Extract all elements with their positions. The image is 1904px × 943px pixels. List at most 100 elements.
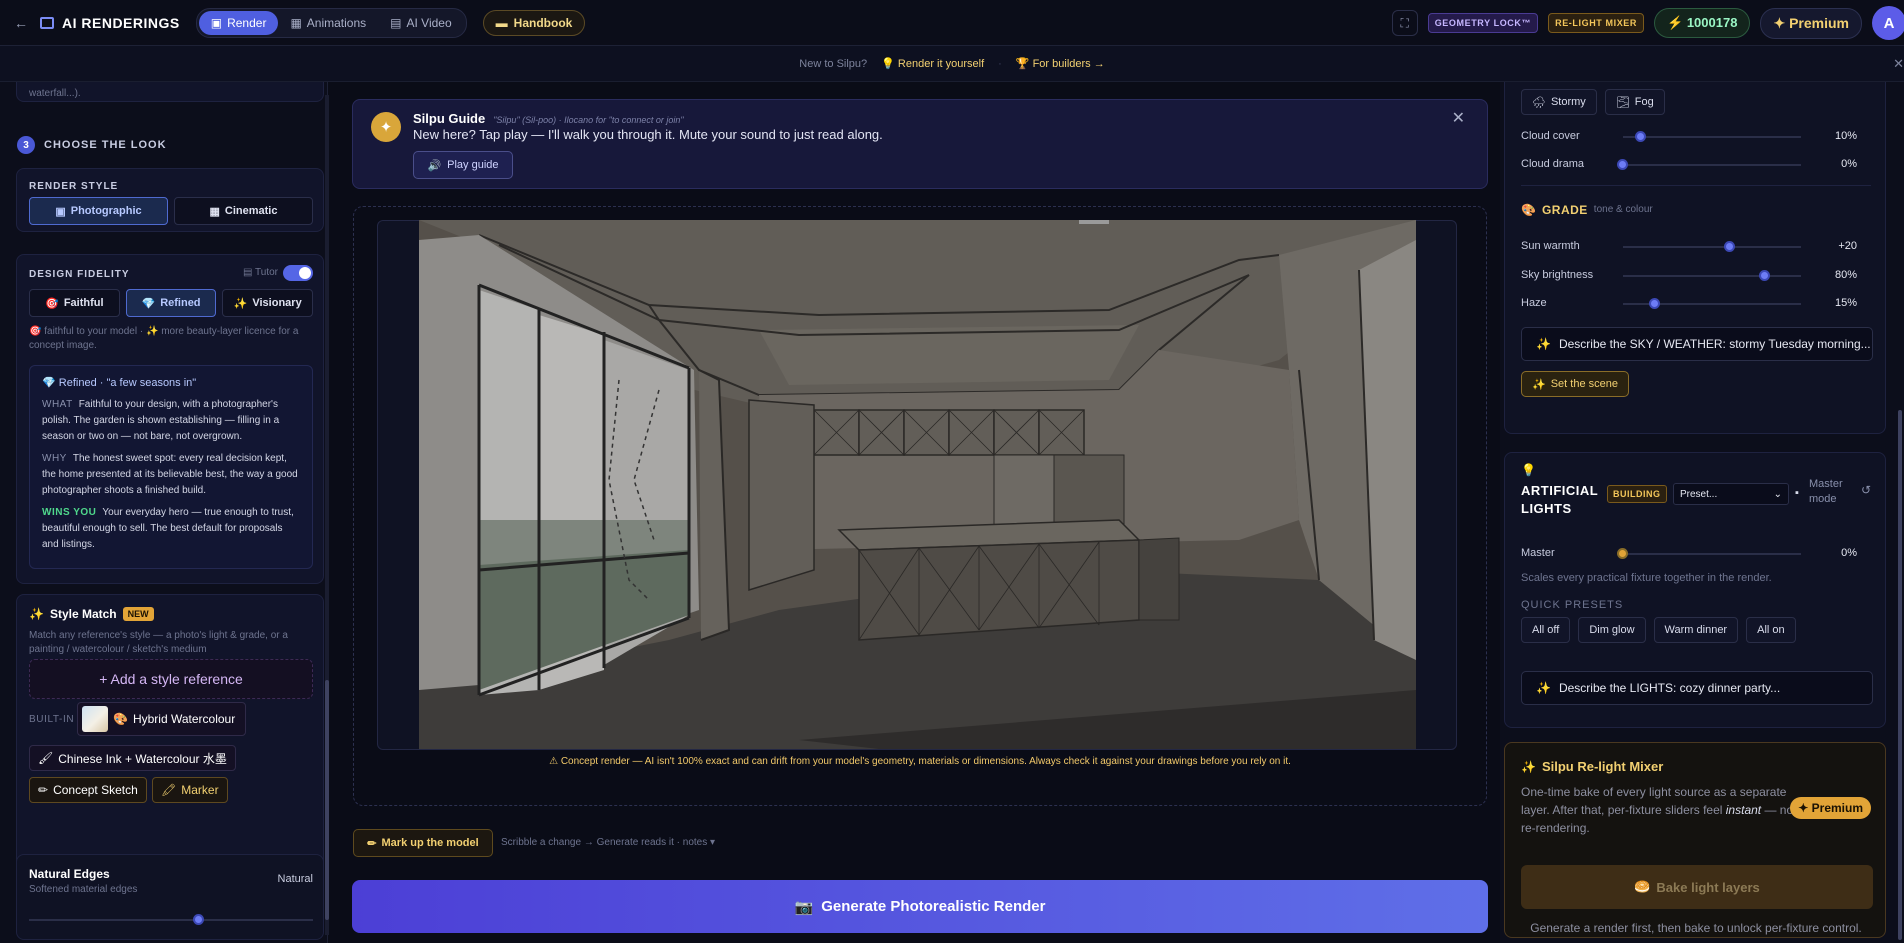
avatar[interactable]: A xyxy=(1872,6,1904,40)
sky-description-input[interactable]: ✨ Describe the SKY / WEATHER: stormy Tues… xyxy=(1521,327,1873,361)
slider-knob[interactable] xyxy=(1617,159,1628,170)
model-preview-image[interactable] xyxy=(419,220,1416,749)
style-match-desc: Match any reference's style — a photo's … xyxy=(29,630,288,655)
tutor-toggle-group: ▤ Tutor xyxy=(243,265,313,281)
built-in-label: BUILT-IN xyxy=(29,714,75,725)
natural-edges-value: Natural xyxy=(277,873,313,885)
fidelity-refined-button[interactable]: 💎 Refined xyxy=(125,289,217,317)
fidelity-segment: 🎯 Faithful 💎 Refined ✨ Visionary xyxy=(29,289,314,317)
logo-icon xyxy=(40,16,54,29)
style-photographic-button[interactable]: ▣ Photographic xyxy=(29,197,168,225)
mixer-title: Silpu Re-light Mixer xyxy=(1541,759,1664,774)
right-scrollbar-thumb[interactable] xyxy=(1898,410,1902,940)
link-label: For builders → xyxy=(1032,58,1105,70)
cloud-cover-label: Cloud cover xyxy=(1521,130,1580,142)
truncated-text: waterfall...). xyxy=(29,88,81,99)
separator: · xyxy=(998,57,1002,70)
step-title: CHOOSE THE LOOK xyxy=(44,139,167,151)
credits-button[interactable]: ⚡ 1000178 xyxy=(1654,8,1751,38)
info-title-text: Refined · "a few seasons in" xyxy=(58,377,197,389)
play-guide-button[interactable]: 🔊 Play guide xyxy=(413,151,513,179)
master-mode-label[interactable]: Master mode xyxy=(1809,477,1849,507)
lightning-icon: ⚡ xyxy=(1667,15,1684,30)
cloud-drama-slider[interactable] xyxy=(1617,159,1801,170)
relight-mixer-card: ✨ Silpu Re-light Mixer One-time bake of … xyxy=(1504,742,1886,938)
generate-render-button[interactable]: 📷 Generate Photorealistic Render xyxy=(352,880,1488,933)
add-style-reference-button[interactable]: + Add a style reference xyxy=(29,659,313,699)
chinese-ink-chip[interactable]: 🖌 Chinese Ink + Watercolour 水墨 xyxy=(29,745,236,771)
set-the-scene-button[interactable]: ✨ Set the scene xyxy=(1521,371,1629,397)
style-match-header: ✨ Style Match NEW xyxy=(29,607,154,621)
bake-label: Bake light layers xyxy=(1656,879,1760,895)
weather-stormy-chip[interactable]: 🌧 Stormy xyxy=(1521,89,1597,115)
slider-knob[interactable] xyxy=(193,914,205,925)
fullscreen-icon[interactable]: ⛶ xyxy=(1391,10,1418,36)
camera-icon: 📷 xyxy=(794,898,814,916)
fidelity-label: DESIGN FIDELITY xyxy=(29,269,130,280)
left-scrollbar-thumb[interactable] xyxy=(325,680,329,920)
mixer-hint: Generate a render first, then bake to un… xyxy=(1530,921,1862,935)
cloud-drama-value: 0% xyxy=(1841,158,1857,170)
bake-light-layers-button[interactable]: 🥯 Bake light layers xyxy=(1521,865,1873,909)
sky-weather-card: 🌧 Stormy 🌫 Fog Cloud cover 10% Cloud drama… xyxy=(1504,82,1886,434)
video-icon: ▤ xyxy=(390,15,402,30)
preset-all-off[interactable]: All off xyxy=(1521,617,1571,643)
target-icon: 🎯 xyxy=(29,326,42,337)
mode-render[interactable]: ▣ Render xyxy=(198,10,279,35)
marker-icon: 🖍 xyxy=(161,783,177,797)
marker-chip[interactable]: 🖍 Marker xyxy=(152,777,228,803)
new-to-text: New to Silpu? xyxy=(799,57,868,70)
preset-warm-dinner[interactable]: Warm dinner xyxy=(1653,617,1739,643)
what-text: Faithful to your design, with a photogra… xyxy=(42,399,280,442)
weather-fog-chip[interactable]: 🌫 Fog xyxy=(1604,89,1665,115)
fidelity-faithful-button[interactable]: 🎯 Faithful xyxy=(29,289,120,317)
render-it-yourself-link[interactable]: 💡 Render it yourself xyxy=(881,57,984,70)
master-slider[interactable] xyxy=(1617,548,1801,559)
info-what: WHAT Faithful to your design, with a phot… xyxy=(42,397,300,445)
fidelity-hint: 🎯 faithful to your model · ✨ more beauty… xyxy=(29,325,314,353)
guide-text: New here? Tap play — I'll walk you throu… xyxy=(413,127,883,142)
mixer-header: ✨ Silpu Re-light Mixer xyxy=(1521,759,1663,774)
slider-knob[interactable] xyxy=(1617,548,1628,559)
fidelity-visionary-button[interactable]: ✨ Visionary xyxy=(222,289,314,317)
back-arrow-icon[interactable]: ← xyxy=(14,15,28,31)
button-label: Faithful xyxy=(63,297,104,309)
lights-input-text: Describe the LIGHTS: cozy dinner party..… xyxy=(1558,681,1781,695)
mode-ai-video[interactable]: ▤ AI Video xyxy=(378,11,464,35)
close-icon[interactable]: ✕ xyxy=(1893,56,1904,72)
slider-knob[interactable] xyxy=(1723,241,1735,252)
sparkle-icon: ✨ xyxy=(1532,378,1546,391)
step-number: 3 xyxy=(17,136,35,154)
slider-knob[interactable] xyxy=(1634,131,1646,142)
mark-up-model-button[interactable]: ✏ Mark up the model xyxy=(353,829,493,857)
lights-title: ARTIFICIAL LIGHTS xyxy=(1521,483,1598,516)
haze-slider[interactable] xyxy=(1623,298,1801,309)
tutor-toggle[interactable] xyxy=(283,265,313,281)
fidelity-info-box: 💎 Refined · "a few seasons in" WHAT Faith… xyxy=(29,365,313,569)
slider-knob[interactable] xyxy=(1649,298,1661,309)
sky-brightness-slider[interactable] xyxy=(1623,270,1801,281)
cloud-cover-slider[interactable] xyxy=(1623,131,1801,142)
grade-title: GRADE xyxy=(1541,203,1588,217)
mode-animations[interactable]: ▦ Animations xyxy=(278,11,378,35)
reset-icon[interactable]: ↺ xyxy=(1861,483,1871,497)
lightbulb-icon: 💡 xyxy=(881,58,895,70)
natural-edges-slider[interactable] xyxy=(29,914,313,925)
handbook-button[interactable]: ▬ Handbook xyxy=(482,9,586,36)
for-builders-link[interactable]: 🏆 For builders → xyxy=(1016,57,1105,70)
save-icon[interactable]: ▪ xyxy=(1795,487,1799,499)
style-cinematic-button[interactable]: ▦ Cinematic xyxy=(174,197,313,225)
close-icon[interactable]: ✕ xyxy=(1452,108,1465,128)
slider-knob[interactable] xyxy=(1759,270,1771,281)
app-title: AI RENDERINGS xyxy=(62,14,180,31)
lights-description-input[interactable]: ✨ Describe the LIGHTS: cozy dinner party.… xyxy=(1521,671,1873,705)
premium-button[interactable]: ✦ Premium xyxy=(1760,7,1862,39)
mixer-desc: One-time bake of every light source as a… xyxy=(1521,783,1801,837)
concept-sketch-chip[interactable]: ✏ Concept Sketch xyxy=(29,777,147,803)
preset-all-on[interactable]: All on xyxy=(1746,617,1796,643)
sun-warmth-slider[interactable] xyxy=(1623,241,1801,252)
preset-select[interactable]: Preset... ⌄ xyxy=(1673,483,1789,505)
hybrid-watercolour-chip[interactable]: 🎨 Hybrid Watercolour xyxy=(77,702,247,736)
preset-dim-glow[interactable]: Dim glow xyxy=(1578,617,1646,643)
markup-hint[interactable]: Scribble a change → Generate reads it · … xyxy=(501,837,715,848)
